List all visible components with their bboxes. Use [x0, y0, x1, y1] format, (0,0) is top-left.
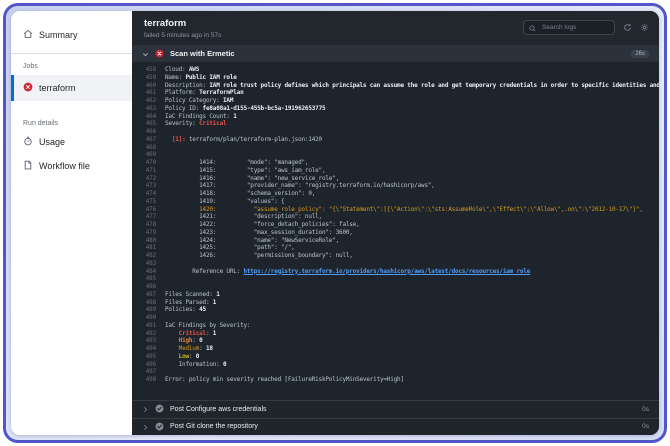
log-line: 489 Policies: 45 — [145, 306, 206, 314]
sidebar-item-label: terraform — [39, 83, 76, 93]
log-line: 481 1425: "path": "/", — [145, 244, 295, 252]
sidebar-section-run-details: Run details — [23, 120, 59, 127]
step-duration-badge: 26s — [631, 49, 649, 58]
step-title: Post Configure aws credentials — [170, 405, 267, 413]
chevron-right-icon — [142, 418, 149, 435]
log-line: 491 IaC Findings by Severity: — [145, 321, 251, 329]
sidebar-divider — [11, 53, 132, 54]
job-header-titles: terraform failed 5 minutes ago in 57s — [144, 18, 221, 39]
search-icon — [529, 19, 536, 37]
success-status-icon — [155, 400, 164, 418]
log-line: 469 — [145, 151, 156, 159]
log-line: 492 Critical: 1 — [145, 329, 217, 337]
log-line: 463 Policy ID: fe8a08a1-d155-455b-bc5a-19… — [145, 104, 326, 112]
log-line: 474 1418: "schema_version": 0, — [145, 190, 316, 197]
log-line: 462 Policy Category: IAM — [145, 97, 234, 104]
log-line: 465 Severity: Critical — [145, 120, 227, 128]
log-line: 461 Platform: TerraformPlan — [145, 89, 244, 97]
sidebar-item-workflow-file[interactable]: Workflow file — [11, 154, 132, 178]
sidebar-item-label: Summary — [39, 30, 78, 40]
step-header-scan[interactable]: Scan with Ermetic 26s — [132, 45, 659, 62]
log-line: 476 1420: "assume_role_policy": "{\"Stat… — [145, 205, 643, 213]
log-lines[interactable]: 458 Cloud: AWS 459 Name: Public IAM role 460… — [132, 62, 659, 400]
log-line: 458 Cloud: AWS — [145, 66, 200, 73]
failed-status-icon — [23, 82, 33, 94]
step-title: Post Git clone the repository — [170, 423, 258, 431]
job-log-panel: terraform failed 5 minutes ago in 57s Se… — [132, 11, 659, 435]
log-line: 466 — [145, 128, 156, 135]
log-line: 484 Reference URL: https://registry.terr… — [145, 267, 531, 275]
job-title: terraform — [144, 18, 187, 29]
step-duration: 0s — [642, 423, 649, 431]
search-logs-input[interactable] — [540, 23, 609, 32]
log-line: 480 1424: "name": "NewServiceRole", — [145, 236, 340, 244]
log-line: 493 High: 0 — [145, 337, 203, 345]
log-line: 475 1419: "values": { — [145, 197, 285, 205]
log-line: 496 Information: 0 — [145, 360, 227, 368]
log-line: 487 Files Scanned: 1 — [145, 290, 220, 298]
post-steps: Post Configure aws credentials 0s Post G… — [132, 400, 659, 435]
sidebar-item-job-terraform[interactable]: terraform — [11, 75, 132, 101]
job-status-text: failed 5 minutes ago in 57s — [144, 32, 222, 39]
sidebar-item-usage[interactable]: Usage — [11, 130, 132, 154]
success-status-icon — [155, 418, 164, 435]
sidebar-section-jobs: Jobs — [23, 63, 38, 70]
sidebar-item-summary[interactable]: Summary — [11, 23, 132, 47]
sidebar: Summary Jobs terraform Run details Usage… — [11, 11, 132, 435]
log-line: 473 1417: "provider_name": "registry.ter… — [145, 182, 435, 190]
decorative-frame: Summary Jobs terraform Run details Usage… — [3, 3, 667, 443]
step-header-post-configure-aws-credentials[interactable]: Post Configure aws credentials 0s — [132, 400, 659, 418]
failed-status-icon — [155, 45, 164, 63]
log-line: 494 Medium: 18 — [145, 345, 213, 352]
log-line: 482 1426: "permissions_boundary": null, — [145, 252, 353, 259]
log-line: 467 [1]: terraform/plan/terraform-plan.j… — [145, 135, 322, 143]
log-line: 483 — [145, 259, 156, 267]
job-header-actions — [523, 20, 649, 35]
refresh-icon[interactable] — [623, 23, 632, 32]
home-icon — [23, 29, 33, 41]
log-line: 490 — [145, 314, 156, 321]
step-title: Scan with Ermetic — [170, 49, 235, 58]
log-line: 497 — [145, 368, 156, 376]
log-line: 460 Description: IAM role trust policy de… — [145, 81, 659, 89]
log-line: 477 1421: "description": null, — [145, 213, 322, 221]
settings-gear-icon[interactable] — [640, 23, 649, 32]
chevron-right-icon — [142, 400, 149, 418]
log-line: 470 1414: "mode": "managed", — [145, 159, 309, 166]
sidebar-item-label: Usage — [39, 137, 66, 147]
log-line: 488 Files Parsed: 1 — [145, 298, 217, 306]
log-line: 468 — [145, 143, 156, 151]
step-duration: 0s — [642, 405, 649, 413]
log-line: 479 1423: "max_session_duration": 3600, — [145, 228, 353, 236]
app-window: Summary Jobs terraform Run details Usage… — [11, 11, 659, 435]
search-logs-box[interactable] — [523, 20, 615, 35]
job-header: terraform failed 5 minutes ago in 57s — [132, 11, 659, 45]
log-line: 471 1415: "type": "aws_iam_role", — [145, 166, 326, 174]
log-line: 478 1422: "force_detach_policies": false… — [145, 221, 360, 228]
log-line: 486 — [145, 283, 156, 290]
workflow-file-icon — [23, 160, 33, 172]
log-line: 464 IaC Findings Count: 1 — [145, 112, 237, 120]
log-line: 485 — [145, 275, 156, 283]
chevron-down-icon — [142, 45, 149, 63]
stopwatch-icon — [23, 136, 33, 148]
sidebar-item-label: Workflow file — [39, 161, 90, 171]
log-line: 459 Name: Public IAM role — [145, 73, 237, 81]
log-line: 472 1416: "name": "new_service_role", — [145, 174, 340, 182]
step-header-post-git-clone[interactable]: Post Git clone the repository 0s — [132, 417, 659, 435]
log-line: 495 Low: 0 — [145, 352, 200, 360]
log-line: 498 Error: policy min severity reached [F… — [145, 376, 404, 383]
